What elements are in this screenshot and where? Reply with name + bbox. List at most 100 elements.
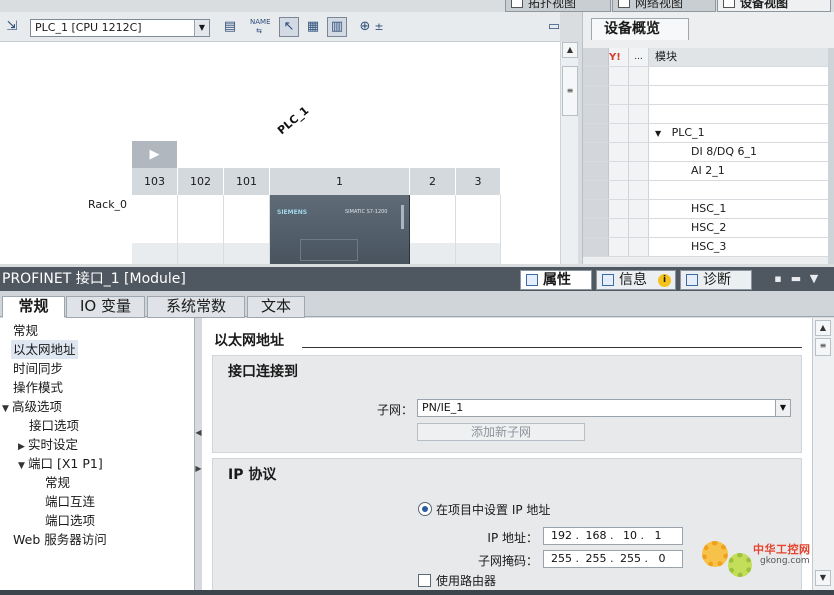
topology-view-icon xyxy=(511,0,523,8)
table-row[interactable] xyxy=(583,86,829,105)
slot-header-3: 3 xyxy=(456,168,501,195)
interface-group: 接口连接到 子网： PN/IE_1 ▼ 添加新子网 xyxy=(212,355,802,453)
scroll-up-icon[interactable]: ▲ xyxy=(815,320,831,336)
minimize-icon[interactable]: ▬ xyxy=(790,272,802,286)
device-list-icon[interactable]: ▤ xyxy=(220,17,240,37)
canvas-scrollbar[interactable]: ▲ ≡ xyxy=(560,42,578,264)
tab-diagnostics[interactable]: 诊断 xyxy=(680,270,752,290)
section-title: 以太网地址 xyxy=(214,333,284,349)
tab-texts[interactable]: 文本 xyxy=(247,296,305,318)
slot-header-101: 101 xyxy=(224,168,270,195)
tab-io-tags[interactable]: IO 变量 xyxy=(66,296,145,318)
scroll-up-icon[interactable]: ▲ xyxy=(562,42,578,58)
table-row[interactable]: ▼ PLC_1 xyxy=(583,124,829,143)
info-icon xyxy=(602,274,614,286)
table-row[interactable]: AI 2_1 xyxy=(583,162,829,181)
nav-item-realtime-settings[interactable]: ▶ 实时设定 xyxy=(18,435,78,454)
table-row[interactable]: DI 8/DQ 6_1 xyxy=(583,143,829,162)
subnet-mask-field[interactable]: 255 . 255 . 255 . 0 xyxy=(543,550,683,568)
device-overview-panel: 设备概览 Y! ... 模块 ▼ PLC_1 DI 8/DQ 6_1 AI 2_… xyxy=(582,12,834,264)
tab-device-overview[interactable]: 设备概览 xyxy=(591,18,689,40)
tab-general[interactable]: 常规 xyxy=(2,296,65,318)
chevron-right-icon[interactable]: ▶ xyxy=(195,464,202,473)
tab-device-view[interactable]: 设备视图 xyxy=(717,0,831,12)
zoom-dropdown-icon[interactable]: ± xyxy=(372,17,386,37)
use-router-checkbox[interactable] xyxy=(418,574,431,587)
topology-icon[interactable]: ⇲ xyxy=(2,17,22,37)
tab-network-view[interactable]: 网络视图 xyxy=(612,0,716,12)
cpu-brand: SIEMENS xyxy=(277,209,308,216)
subnet-label: 子网： xyxy=(376,403,413,417)
nav-item-port-options[interactable]: 端口选项 xyxy=(45,511,95,530)
tab-info[interactable]: 信息 i xyxy=(596,270,676,290)
set-ip-in-project-label: 在项目中设置 IP 地址 xyxy=(436,503,551,517)
table-row[interactable]: HSC_2 xyxy=(583,219,829,238)
nav-splitter[interactable]: ◀ ▶ xyxy=(194,318,202,590)
slot-103[interactable] xyxy=(132,195,178,264)
ip-address-field[interactable]: 192 . 168 . 10 . 1 xyxy=(543,527,683,545)
slot-3[interactable] xyxy=(456,195,501,264)
tab-topology-view[interactable]: 拓扑视图 xyxy=(505,0,611,12)
overview-scrollbar[interactable] xyxy=(828,48,834,264)
add-subnet-button[interactable]: 添加新子网 xyxy=(417,423,585,441)
watermark-title: 中华工控网 xyxy=(753,543,811,556)
restore-icon[interactable]: ▪ xyxy=(772,272,784,286)
pointer-icon[interactable]: ↖ xyxy=(279,17,299,37)
slot-102[interactable] xyxy=(178,195,224,264)
table-row[interactable]: HSC_1 xyxy=(583,200,829,219)
cpu-led-strip xyxy=(401,205,404,229)
chevron-down-icon[interactable]: ▼ xyxy=(775,400,790,416)
nav-item-port-general[interactable]: 常规 xyxy=(45,473,70,492)
slot-header-102: 102 xyxy=(178,168,224,195)
slot-header-1: 1 xyxy=(270,168,410,195)
nav-item-web-server[interactable]: Web 服务器访问 xyxy=(13,530,107,549)
ip-address-label: IP 地址： xyxy=(487,531,538,545)
nav-item-operating-mode[interactable]: 操作模式 xyxy=(13,378,63,397)
table-row[interactable] xyxy=(583,67,829,86)
chevron-down-icon[interactable]: ▼ xyxy=(808,272,820,286)
set-ip-in-project-radio[interactable] xyxy=(418,502,432,516)
nav-item-ethernet-address[interactable]: 以太网地址 xyxy=(11,340,78,359)
table-row[interactable]: HSC_3 xyxy=(583,238,829,257)
chevron-left-icon[interactable]: ◀ xyxy=(195,428,202,437)
scroll-thumb[interactable]: ≡ xyxy=(562,66,578,116)
chevron-down-icon[interactable]: ▼ xyxy=(194,20,209,36)
page-icon[interactable]: ▥ xyxy=(327,17,347,37)
nav-item-port-interconnection[interactable]: 端口互连 xyxy=(45,492,95,511)
nav-item-port-x1p1[interactable]: ▼ 端口 [X1 P1] xyxy=(18,454,103,473)
cpu-model: SIMATIC S7-1200 xyxy=(345,209,388,215)
expand-triangle-icon[interactable]: ▼ xyxy=(655,129,661,138)
table-row[interactable] xyxy=(583,105,829,124)
grid-icon[interactable]: ▦ xyxy=(303,17,323,37)
property-sub-tabs: 常规 IO 变量 系统常数 文本 xyxy=(0,291,834,318)
ip-group-title: IP 协议 xyxy=(228,467,277,483)
name-icon[interactable]: NAME ⇆ xyxy=(249,17,271,37)
status-bar xyxy=(0,590,834,595)
section-divider xyxy=(302,347,802,348)
device-canvas[interactable]: PLC_1 ▶ 103 102 101 1 2 3 Rack_0 SIEMENS… xyxy=(0,42,560,264)
rack-label: Rack_0 xyxy=(88,198,128,211)
tab-properties[interactable]: 属性 xyxy=(520,270,592,290)
rack-expand-button[interactable]: ▶ xyxy=(132,141,177,168)
column-dots: ... xyxy=(629,48,649,66)
slot-101[interactable] xyxy=(224,195,270,264)
cpu-module[interactable]: SIEMENS SIMATIC S7-1200 xyxy=(270,195,410,264)
slot-2[interactable] xyxy=(410,195,456,264)
collapse-triangle-icon: ▼ xyxy=(2,404,9,414)
interface-group-title: 接口连接到 xyxy=(228,364,298,380)
nav-item-advanced-options[interactable]: ▼ 高级选项 xyxy=(2,397,62,416)
nav-item-interface-options[interactable]: 接口选项 xyxy=(29,416,79,435)
device-overview-table: Y! ... 模块 ▼ PLC_1 DI 8/DQ 6_1 AI 2_1 HSC… xyxy=(583,48,829,257)
inspector-title: PROFINET 接口_1 [Module] xyxy=(2,271,186,287)
device-selector[interactable]: PLC_1 [CPU 1212C] ▼ xyxy=(30,19,210,37)
slot-header-2: 2 xyxy=(410,168,456,195)
tab-system-constants[interactable]: 系统常数 xyxy=(147,296,245,318)
nav-item-time-sync[interactable]: 时间同步 xyxy=(13,359,63,378)
subnet-select[interactable]: PN/IE_1 ▼ xyxy=(417,399,791,417)
overview-toggle-icon[interactable]: ▭ xyxy=(544,17,564,37)
scroll-thumb[interactable]: ≡ xyxy=(815,338,831,356)
table-row[interactable] xyxy=(583,181,829,200)
nav-item-general[interactable]: 常规 xyxy=(13,321,38,340)
cpu-terminal-cover xyxy=(300,239,358,261)
gear-icon xyxy=(728,553,752,577)
